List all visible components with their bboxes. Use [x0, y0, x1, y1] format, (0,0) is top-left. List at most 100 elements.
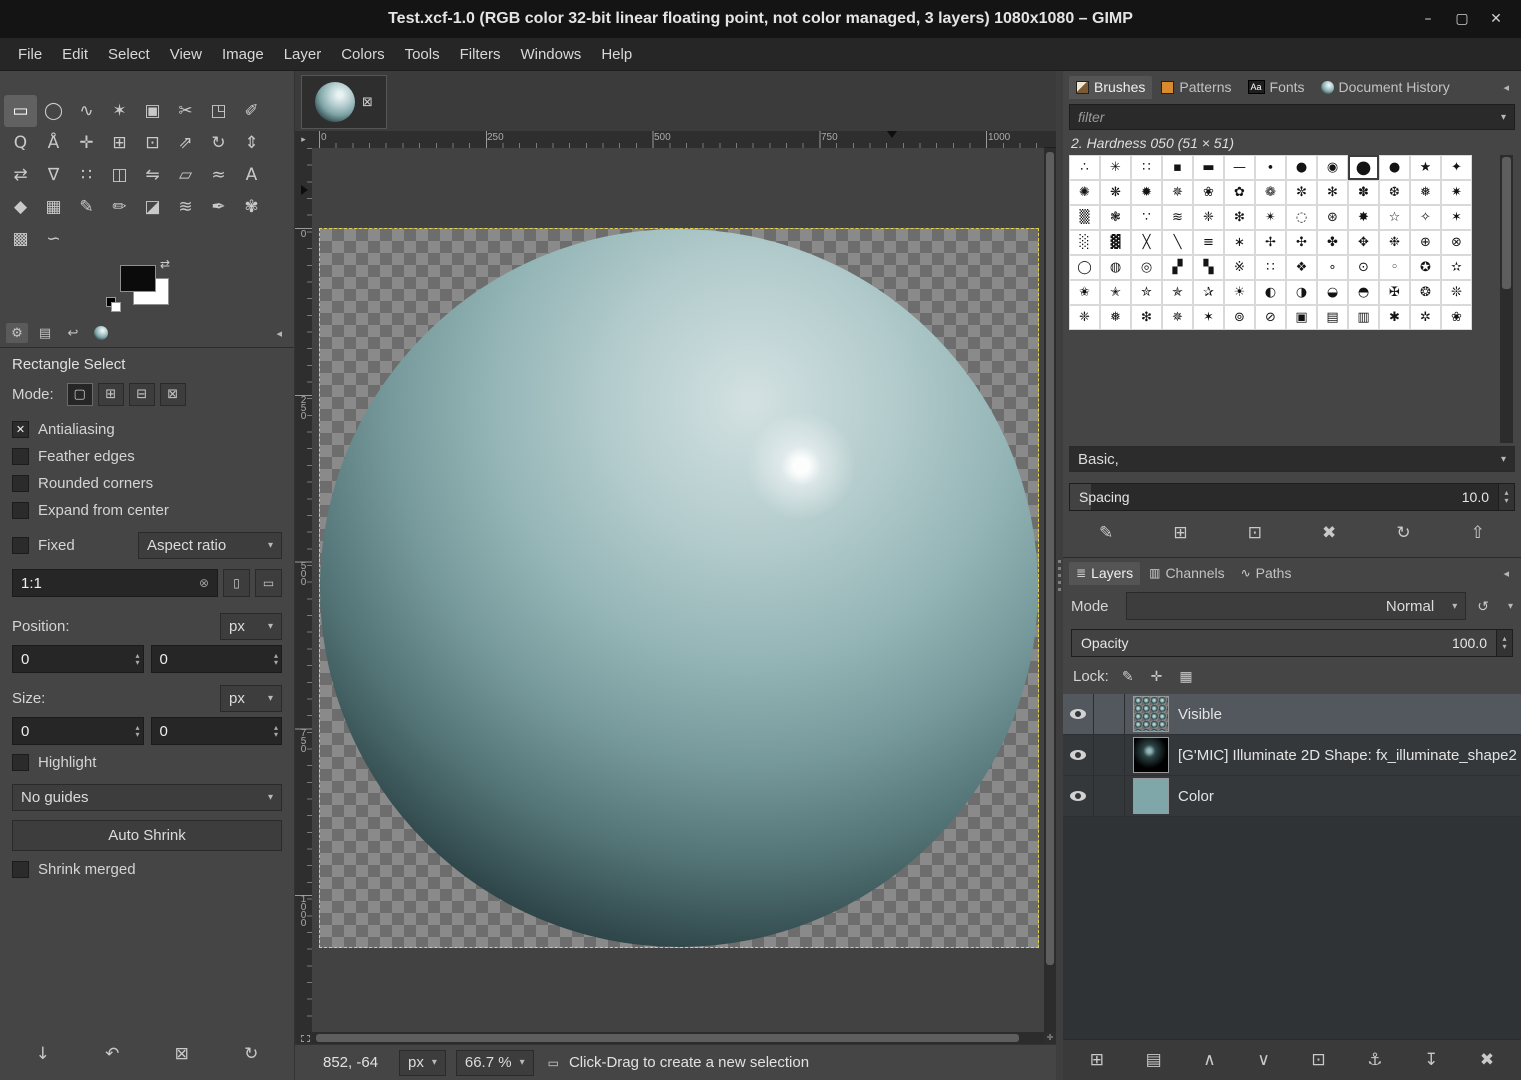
lock-position-icon[interactable]: ✛ [1147, 666, 1167, 687]
brush-item[interactable]: ▬ [1193, 155, 1224, 180]
tool-fuzzy-select[interactable]: ✶ [103, 95, 136, 127]
layer-row[interactable]: Color [1063, 776, 1521, 817]
tool-crop[interactable]: ⊡ [136, 127, 169, 159]
reset-mode-button[interactable]: ↺ [1473, 596, 1493, 617]
menu-item[interactable]: Colors [331, 40, 394, 69]
tool-ellipse-select[interactable]: ◯ [37, 95, 70, 127]
brush-item[interactable]: ⊘ [1255, 305, 1286, 330]
brush-item[interactable]: ▚ [1193, 255, 1224, 280]
brush-item[interactable]: ❋ [1100, 180, 1131, 205]
tab-undo-history[interactable]: ↩ [62, 323, 84, 343]
brush-filter-input[interactable]: filter ▾ [1069, 104, 1515, 130]
tool-cage-transform[interactable]: ▱ [169, 159, 202, 191]
visibility-cell[interactable] [1063, 776, 1094, 816]
open-brush-as-image[interactable]: ⇧ [1467, 521, 1489, 545]
brush-item[interactable]: ◓ [1348, 280, 1379, 305]
new-brush[interactable]: ⊞ [1169, 521, 1191, 545]
brush-item[interactable]: ◉ [1317, 155, 1348, 180]
tab-device-status[interactable]: ▤ [34, 323, 56, 343]
brush-scrollbar[interactable] [1500, 155, 1513, 443]
checkbox[interactable] [12, 421, 29, 438]
brush-item[interactable]: ▣ [1286, 305, 1317, 330]
menu-item[interactable]: View [160, 40, 212, 69]
horizontal-scrollbar[interactable] [312, 1032, 1044, 1044]
brush-item[interactable]: ▒ [1069, 205, 1100, 230]
brush-item[interactable]: ✻ [1317, 180, 1348, 205]
portrait-button[interactable]: ▯ [223, 569, 250, 597]
eye-icon[interactable] [1070, 791, 1086, 801]
spinner-arrows[interactable]: ▴▾ [274, 724, 278, 738]
tool-eraser[interactable]: ◪ [136, 191, 169, 223]
tool-text[interactable]: A [235, 159, 268, 191]
raise-layer[interactable]: ∧ [1199, 1048, 1219, 1072]
tool-shear[interactable]: ⇄ [4, 159, 37, 191]
tool-scale[interactable]: ⇕ [235, 127, 268, 159]
panel-collapse-button[interactable]: ◂ [270, 326, 288, 341]
position-unit-dropdown[interactable]: px ▾ [220, 613, 282, 640]
brush-item[interactable]: ✦ [1441, 155, 1472, 180]
visibility-cell[interactable] [1063, 694, 1094, 734]
tool-measure[interactable]: Å [37, 127, 70, 159]
tool-foreground-select[interactable]: ◳ [202, 95, 235, 127]
scrollbar-thumb[interactable] [1046, 152, 1054, 965]
brush-item[interactable]: ∘ [1317, 255, 1348, 280]
brush-item[interactable]: ≡ [1193, 230, 1224, 255]
tab-channels[interactable]: ▥ Channels [1142, 562, 1232, 585]
tab-document-history[interactable]: Document History [1314, 76, 1457, 99]
brush-item[interactable]: ● [1348, 155, 1379, 180]
brush-item[interactable]: ◍ [1100, 255, 1131, 280]
link-cell[interactable] [1094, 776, 1125, 816]
tool-paintbrush[interactable]: ✏ [103, 191, 136, 223]
reset-tool-options[interactable]: ↻ [240, 1042, 262, 1066]
size-width-input[interactable]: 0 ▴▾ [12, 717, 144, 745]
canvas-image[interactable] [319, 228, 1039, 948]
subtract-selection-mode[interactable]: ⊟ [129, 383, 155, 406]
close-button[interactable]: ✕ [1479, 5, 1513, 33]
tool-clone[interactable]: ▩ [4, 223, 37, 255]
tool-ink[interactable]: ✒ [202, 191, 235, 223]
brush-item[interactable]: ✲ [1410, 305, 1441, 330]
auto-shrink-button[interactable]: Auto Shrink [12, 820, 282, 851]
brush-item[interactable]: ⊚ [1224, 305, 1255, 330]
menu-item[interactable]: File [8, 40, 52, 69]
brush-item[interactable]: ✽ [1348, 180, 1379, 205]
tool-bucket-fill[interactable]: ◆ [4, 191, 37, 223]
brush-item[interactable]: ❅ [1410, 180, 1441, 205]
brush-item[interactable]: ✵ [1162, 180, 1193, 205]
brush-item[interactable]: ● [1286, 155, 1317, 180]
save-tool-preset[interactable]: ↓ [32, 1042, 54, 1066]
delete-brush[interactable]: ✖ [1318, 521, 1340, 545]
highlight-row[interactable]: Highlight [0, 749, 294, 776]
brush-item[interactable]: ✤ [1317, 230, 1348, 255]
brush-item[interactable]: ● [1379, 155, 1410, 180]
layer-row[interactable]: Visible [1063, 694, 1521, 735]
brush-item[interactable]: ★ [1410, 155, 1441, 180]
brush-item[interactable]: ∙ [1255, 155, 1286, 180]
replace-selection-mode[interactable]: ▢ [67, 383, 93, 406]
opacity-slider[interactable]: Opacity 100.0 [1071, 629, 1497, 657]
brush-item[interactable]: ◌ [1286, 205, 1317, 230]
scrollbar-thumb[interactable] [1502, 157, 1511, 289]
option-checkbox-row[interactable]: Feather edges [0, 443, 294, 470]
swap-colors-icon[interactable]: ⇄ [160, 257, 170, 271]
brush-item[interactable]: ◯ [1069, 255, 1100, 280]
checkbox[interactable] [12, 475, 29, 492]
tool-select-by-color[interactable]: ▣ [136, 95, 169, 127]
maximize-button[interactable]: ▢ [1445, 5, 1479, 33]
tool-3d-transform[interactable]: ◫ [103, 159, 136, 191]
spinner-arrows[interactable]: ▴▾ [135, 652, 139, 666]
tool-color-picker[interactable]: ✐ [235, 95, 268, 127]
menu-item[interactable]: Edit [52, 40, 98, 69]
vertical-scrollbar[interactable] [1044, 148, 1056, 1032]
tool-gradient[interactable]: ▦ [37, 191, 70, 223]
spacing-slider[interactable]: Spacing 10.0 [1069, 483, 1499, 511]
ruler-corner-button[interactable]: ▸ [295, 131, 313, 149]
brush-item[interactable]: ✸ [1348, 205, 1379, 230]
brush-item[interactable]: ⊕ [1410, 230, 1441, 255]
navigation-button[interactable]: ✛ [1044, 1032, 1056, 1044]
brush-item[interactable]: ❈ [1069, 305, 1100, 330]
duplicate-brush[interactable]: ⊡ [1244, 521, 1266, 545]
tab-images[interactable] [90, 323, 112, 343]
panel-menu-button[interactable]: ◂ [1497, 80, 1515, 95]
brush-item[interactable]: ◎ [1131, 255, 1162, 280]
